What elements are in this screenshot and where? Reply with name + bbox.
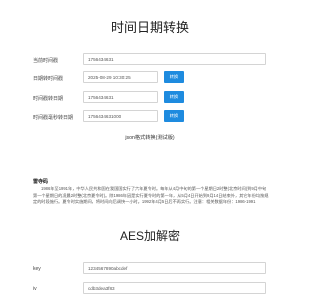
current-timestamp-input[interactable]: 1756434631 — [83, 53, 266, 65]
ms-timestamp-to-date-label: 时间戳毫秒转日期 — [33, 115, 74, 121]
ms-timestamp-to-date-button[interactable]: 转换 — [164, 110, 184, 122]
page-title: 时间日期转换 — [110, 20, 189, 35]
current-timestamp-row: 当前时间戳 1756434631 — [0, 53, 300, 73]
article-heading: 雷寺码 — [33, 179, 49, 185]
aes-key-input[interactable]: 1234567890abcdef — [83, 262, 266, 274]
date-input[interactable]: 2025-08-29 10:30:25 — [83, 71, 158, 83]
aes-iv-row: iv cdb3dea3f83 — [0, 282, 300, 302]
timestamp-input[interactable]: 1756434631 — [83, 91, 158, 103]
timestamp-to-date-label: 时间戳转日期 — [33, 96, 64, 102]
ms-timestamp-to-date-row: 时间戳毫秒转日期 1756434631000 转换 — [0, 110, 300, 130]
article-body: 1986年至1991年，中华人民共和国在我国国实行了六年夏令时。每年从4月中旬的… — [33, 186, 269, 204]
date-to-timestamp-button[interactable]: 转换 — [164, 71, 184, 83]
date-to-timestamp-row: 日期转时间戳 2025-08-29 10:30:25 转换 — [0, 71, 300, 91]
aes-iv-input[interactable]: cdb3dea3f83 — [83, 282, 266, 294]
date-to-timestamp-label: 日期转时间戳 — [33, 76, 64, 82]
ms-timestamp-input[interactable]: 1756434631000 — [83, 110, 158, 122]
aes-key-label: key — [33, 266, 41, 272]
aes-key-row: key 1234567890abcdef — [0, 262, 300, 282]
aes-iv-label: iv — [33, 286, 37, 292]
timestamp-to-date-row: 时间戳转日期 1756434631 转换 — [0, 91, 300, 111]
json-format-link[interactable]: json格式转换(测试版) — [0, 134, 300, 141]
timestamp-to-date-button[interactable]: 转换 — [164, 91, 184, 103]
aes-title: AES加解密 — [119, 229, 180, 243]
current-timestamp-label: 当前时间戳 — [33, 58, 59, 64]
